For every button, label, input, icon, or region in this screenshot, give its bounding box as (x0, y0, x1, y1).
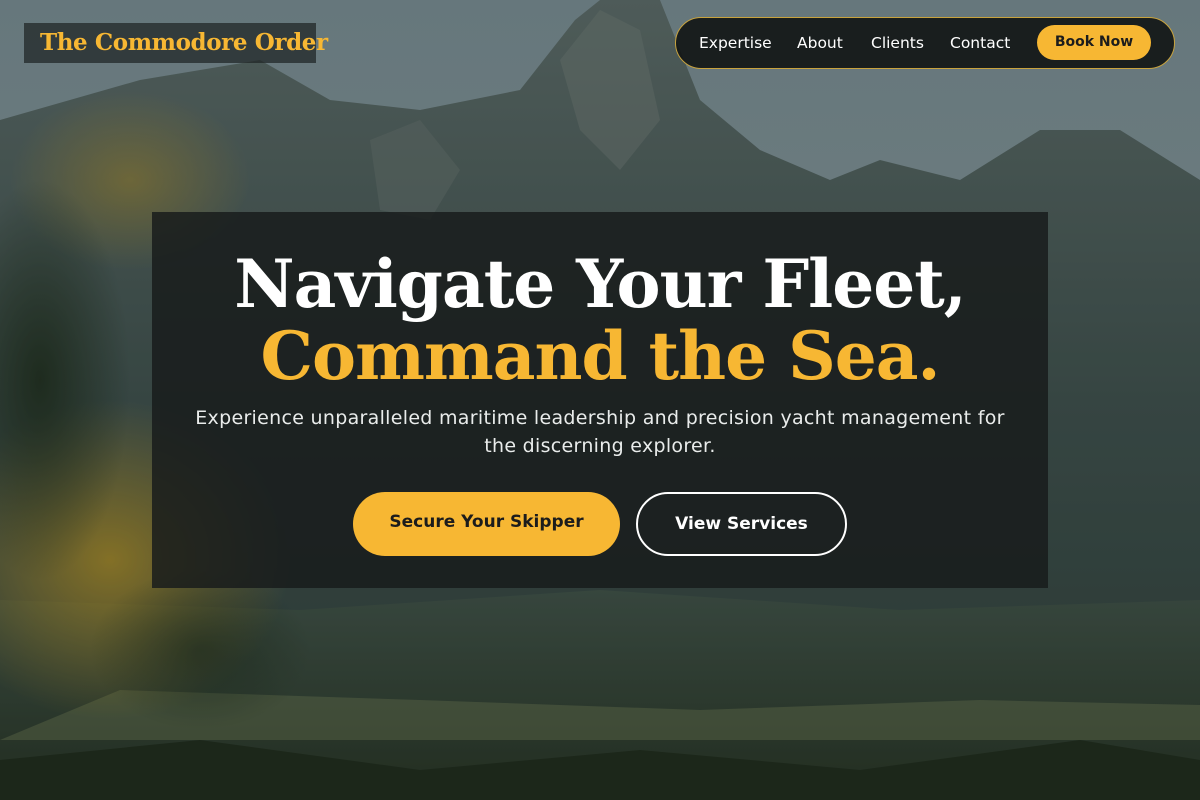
view-services-button[interactable]: View Services (636, 492, 847, 556)
headline-line-1: Navigate Your Fleet, (234, 245, 966, 323)
nav-link-about[interactable]: About (797, 18, 843, 68)
book-now-button[interactable]: Book Now (1037, 25, 1151, 60)
brand-logo[interactable]: The Commodore Order (24, 23, 328, 63)
secure-your-skipper-button[interactable]: Secure Your Skipper (353, 492, 620, 556)
subtitle-line-2: the discerning explorer. (484, 435, 716, 457)
nav-link-expertise[interactable]: Expertise (699, 18, 772, 68)
hero-headline: Navigate Your Fleet, Command the Sea. (152, 248, 1048, 392)
hero-card: Navigate Your Fleet, Command the Sea. Ex… (152, 212, 1048, 588)
nav-link-contact[interactable]: Contact (950, 18, 1010, 68)
nav-link-clients[interactable]: Clients (871, 18, 924, 68)
hero-subtitle: Experience unparalleled maritime leaders… (152, 404, 1048, 460)
top-navigation: Expertise About Clients Contact Book Now (675, 17, 1175, 69)
headline-line-2: Command the Sea. (260, 317, 941, 395)
subtitle-line-1: Experience unparalleled maritime leaders… (195, 407, 1005, 429)
